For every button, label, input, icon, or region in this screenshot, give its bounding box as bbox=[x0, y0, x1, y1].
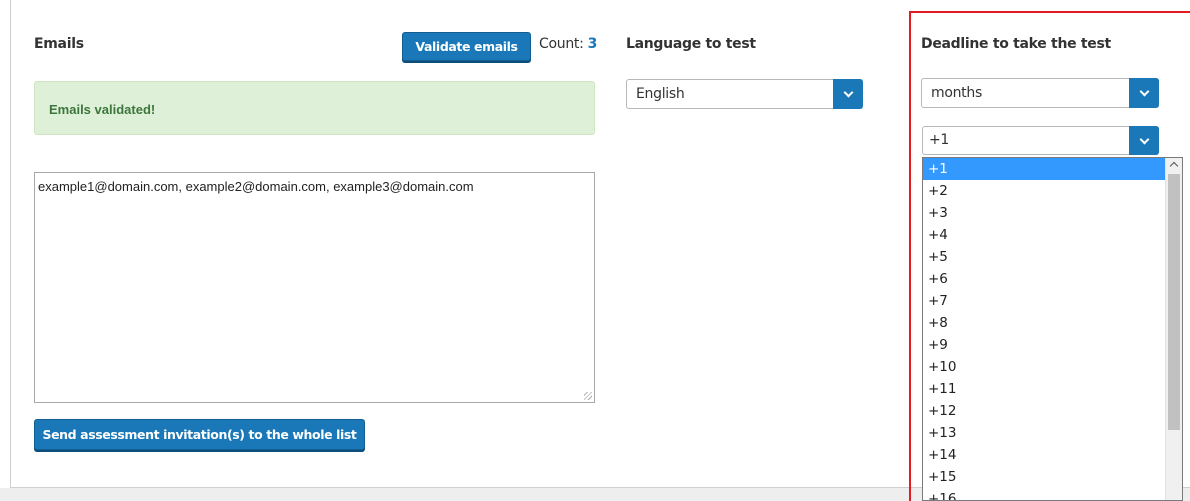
dropdown-option[interactable]: +3 bbox=[923, 202, 1165, 224]
dropdown-option[interactable]: +13 bbox=[923, 422, 1165, 444]
email-count: Count: 3 bbox=[539, 36, 597, 52]
deadline-unit-value: months bbox=[931, 85, 982, 101]
emails-textarea-value: example1@domain.com, example2@domain.com… bbox=[38, 179, 474, 194]
chevron-down-icon[interactable] bbox=[1129, 126, 1159, 155]
dropdown-option[interactable]: +4 bbox=[923, 224, 1165, 246]
email-count-label: Count: bbox=[539, 36, 584, 52]
email-count-value: 3 bbox=[587, 36, 598, 52]
dropdown-scrollbar[interactable] bbox=[1165, 158, 1182, 500]
resize-grip-icon[interactable] bbox=[584, 392, 592, 400]
dropdown-option[interactable]: +11 bbox=[923, 378, 1165, 400]
dropdown-option[interactable]: +6 bbox=[923, 268, 1165, 290]
chevron-down-icon[interactable] bbox=[1129, 78, 1159, 108]
deadline-unit-select[interactable]: months bbox=[921, 78, 1159, 108]
dropdown-option[interactable]: +14 bbox=[923, 444, 1165, 466]
validation-success-alert: Emails validated! bbox=[34, 81, 595, 135]
emails-textarea[interactable]: example1@domain.com, example2@domain.com… bbox=[34, 172, 595, 403]
dropdown-option[interactable]: +8 bbox=[923, 312, 1165, 334]
language-select[interactable]: English bbox=[626, 79, 863, 109]
dropdown-option[interactable]: +9 bbox=[923, 334, 1165, 356]
dropdown-option[interactable]: +1 bbox=[923, 158, 1165, 180]
scroll-up-arrow-icon[interactable] bbox=[1170, 160, 1178, 168]
validation-success-text: Emails validated! bbox=[49, 102, 156, 117]
dropdown-option[interactable]: +7 bbox=[923, 290, 1165, 312]
dropdown-option[interactable]: +15 bbox=[923, 466, 1165, 488]
dropdown-option[interactable]: +2 bbox=[923, 180, 1165, 202]
language-select-value: English bbox=[636, 86, 685, 102]
scrollbar-thumb[interactable] bbox=[1168, 174, 1180, 430]
deadline-amount-dropdown-list[interactable]: +1 +2 +3 +4 +5 +6 +7 +8 +9 +10 +11 +12 +13 +14 +15 +16 bbox=[922, 157, 1183, 501]
dropdown-option[interactable]: +10 bbox=[923, 356, 1165, 378]
deadline-amount-value: +1 bbox=[929, 132, 950, 148]
dropdown-option[interactable]: +16 bbox=[923, 488, 1165, 500]
dropdown-option[interactable]: +12 bbox=[923, 400, 1165, 422]
deadline-amount-select[interactable]: +1 bbox=[922, 126, 1159, 155]
send-invitations-button[interactable]: Send assessment invitation(s) to the who… bbox=[34, 419, 365, 450]
emails-heading: Emails bbox=[34, 36, 84, 52]
language-heading: Language to test bbox=[626, 36, 756, 52]
dropdown-option[interactable]: +5 bbox=[923, 246, 1165, 268]
deadline-heading: Deadline to take the test bbox=[921, 36, 1111, 52]
validate-emails-button[interactable]: Validate emails bbox=[402, 32, 531, 61]
dropdown-options: +1 +2 +3 +4 +5 +6 +7 +8 +9 +10 +11 +12 +13 +14 +15 +16 bbox=[923, 158, 1182, 500]
chevron-down-icon[interactable] bbox=[833, 79, 863, 109]
